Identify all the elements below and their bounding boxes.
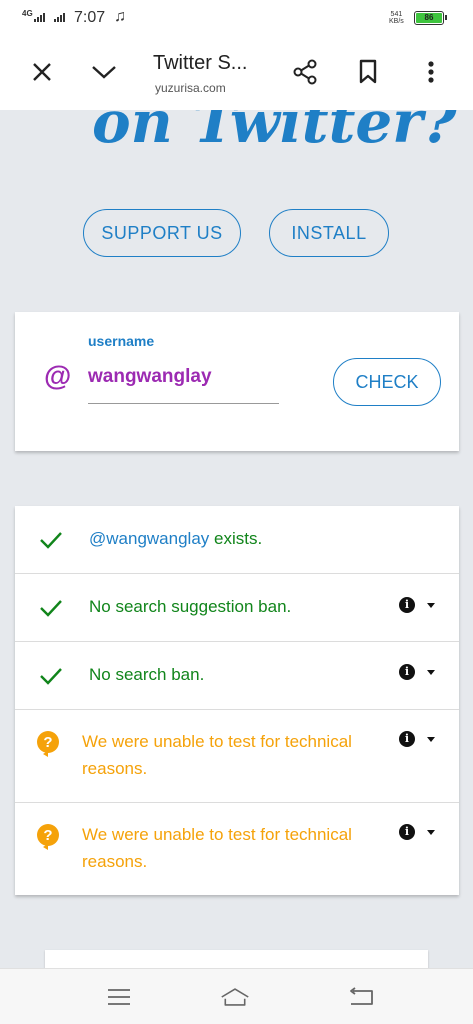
signal-icon-2 — [54, 12, 65, 22]
info-icon[interactable]: i — [399, 824, 415, 840]
username-label: username — [88, 333, 155, 349]
chevron-down-icon[interactable] — [86, 54, 122, 90]
caret-down-icon[interactable] — [427, 603, 435, 608]
input-underline — [88, 403, 279, 404]
home-icon[interactable] — [220, 983, 250, 1011]
result-row-technical-2: ? We were unable to test for technical r… — [15, 802, 459, 895]
question-icon: ? — [37, 824, 59, 850]
info-icon[interactable]: i — [399, 664, 415, 680]
network-speed-unit: KB/s — [389, 18, 404, 25]
check-button[interactable]: CHECK — [333, 358, 441, 406]
status-bar: 4G 7:07 ♫ 541 KB/s 86 — [0, 0, 473, 36]
result-row-technical-1: ? We were unable to test for technical r… — [15, 709, 459, 802]
result-text-line2: reasons. — [82, 759, 148, 778]
result-handle: @wangwanglay — [89, 529, 210, 548]
page-title[interactable]: Twitter S... — [153, 52, 247, 75]
signal-icon — [34, 12, 45, 22]
caret-down-icon[interactable] — [427, 670, 435, 675]
network-type: 4G — [22, 9, 33, 18]
clock: 7:07 — [74, 9, 106, 26]
result-text-line1: We were unable to test for technical — [82, 732, 352, 751]
system-navbar — [0, 968, 473, 1024]
menu-icon[interactable] — [104, 983, 134, 1011]
result-text: @wangwanglay exists. — [89, 525, 262, 552]
back-icon[interactable] — [346, 983, 376, 1011]
question-icon: ? — [37, 731, 59, 757]
result-row-suggestion-ban: No search suggestion ban. i — [15, 573, 459, 641]
svg-text:?: ? — [43, 734, 52, 751]
result-text: No search ban. — [89, 665, 205, 684]
share-icon[interactable] — [287, 54, 323, 90]
browser-toolbar: Twitter S... yuzurisa.com — [0, 36, 473, 110]
bookmark-icon[interactable] — [350, 54, 386, 90]
page-url[interactable]: yuzurisa.com — [155, 81, 226, 95]
result-row-search-ban: No search ban. i — [15, 641, 459, 709]
result-text: We were unable to test for technical rea… — [82, 821, 352, 875]
svg-text:?: ? — [43, 827, 52, 844]
result-text: No search suggestion ban. — [89, 597, 292, 616]
caret-down-icon[interactable] — [427, 830, 435, 835]
info-icon[interactable]: i — [399, 597, 415, 613]
result-text-line2: reasons. — [82, 852, 148, 871]
music-note-icon: ♫ — [114, 8, 126, 25]
result-text-line1: We were unable to test for technical — [82, 825, 352, 844]
network-speed: 541 KB/s — [389, 11, 404, 25]
info-icon[interactable]: i — [399, 731, 415, 747]
battery-icon: 86 — [414, 11, 447, 25]
result-text-tail: exists. — [209, 529, 263, 548]
caret-down-icon[interactable] — [427, 737, 435, 742]
check-icon — [40, 668, 62, 685]
install-button[interactable]: INSTALL — [269, 209, 389, 257]
check-icon — [40, 600, 62, 617]
result-row-exists: @wangwanglay exists. — [15, 506, 459, 573]
at-icon: @ — [44, 360, 72, 391]
close-icon[interactable] — [24, 54, 60, 90]
result-text: We were unable to test for technical rea… — [82, 728, 352, 782]
check-icon — [40, 532, 62, 549]
battery-level: 86 — [416, 13, 442, 23]
support-us-button[interactable]: SUPPORT US — [83, 209, 241, 257]
more-vertical-icon[interactable] — [413, 54, 449, 90]
username-input[interactable]: wangwanglay — [88, 366, 212, 388]
network-speed-value: 541 — [390, 11, 403, 18]
